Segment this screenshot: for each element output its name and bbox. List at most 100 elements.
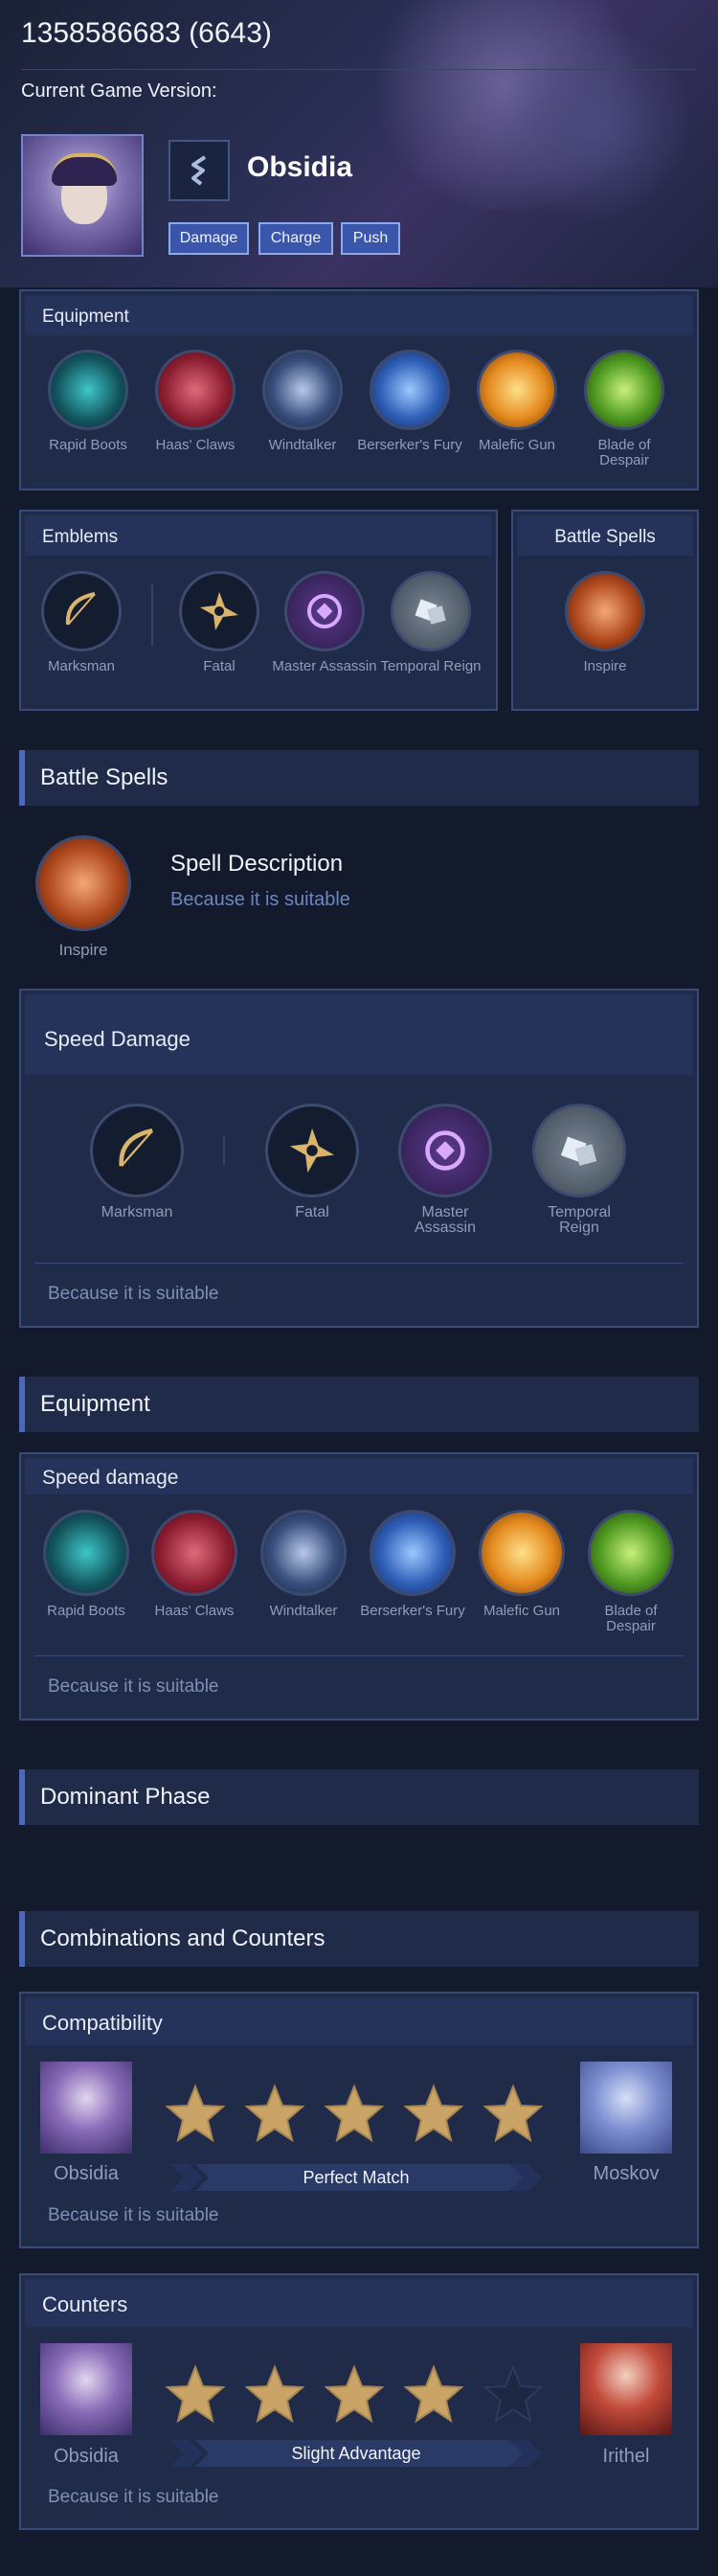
section-divider <box>34 1263 684 1264</box>
emblem-label: Master Assassin <box>272 658 377 674</box>
item-label: Windtalker <box>268 437 337 453</box>
emblem-label: Temporal Reign <box>548 1204 611 1236</box>
emblem-item[interactable]: Fatal <box>259 1104 365 1220</box>
obsidia-hero-avatar[interactable] <box>40 2343 132 2435</box>
spell-label: Inspire <box>583 658 627 674</box>
emblem-item[interactable]: Fatal <box>167 571 272 674</box>
malefic-gun-icon <box>477 350 557 430</box>
rapid-boots-icon <box>43 1510 129 1596</box>
battle-spells-panel-title: Battle Spells <box>517 515 693 556</box>
blade-of-despair-icon <box>588 1510 674 1596</box>
banner-art-glow <box>498 19 689 230</box>
battle-spell-item[interactable]: Inspire <box>552 571 658 674</box>
hero-portrait-helmet <box>52 153 117 186</box>
item-label: Haas' Claws <box>155 437 236 453</box>
hero-right-name: Irithel <box>602 2446 650 2467</box>
item-label: Rapid Boots <box>49 437 127 453</box>
master-assassin-talent-icon <box>284 571 365 651</box>
temporal-reign-talent-icon <box>391 571 471 651</box>
emblem-item[interactable]: Temporal Reign <box>378 571 483 674</box>
berserkers-fury-icon <box>370 350 450 430</box>
temporal-reign-talent-icon <box>532 1104 626 1197</box>
star-filled-icon <box>165 2364 226 2424</box>
equipment-item[interactable]: Berserker's Fury <box>357 350 462 453</box>
emblem-item[interactable]: Master Assassin <box>272 571 377 674</box>
item-label: Windtalker <box>269 1603 338 1619</box>
star-filled-icon <box>165 2084 226 2143</box>
battle-spells-section-title: Battle Spells <box>19 750 699 806</box>
item-label: Rapid Boots <box>47 1603 125 1619</box>
emblem-label: Fatal <box>203 658 236 674</box>
tag-damage[interactable]: Damage <box>168 222 249 255</box>
hero-left-name: Obsidia <box>54 2446 119 2467</box>
battle-spell-detail[interactable]: Inspire <box>31 835 136 958</box>
star-empty-icon <box>482 2364 544 2424</box>
emblem-item[interactable]: Master Assassin <box>393 1104 498 1236</box>
marksman-emblem-icon <box>90 1104 184 1197</box>
emblem-divider <box>151 584 153 646</box>
rapid-boots-icon <box>48 350 128 430</box>
compatibility-reason-text: Because it is suitable <box>48 2205 219 2225</box>
star-filled-icon <box>482 2084 544 2143</box>
moskov-hero-avatar[interactable] <box>580 2062 672 2154</box>
hero-left-name: Obsidia <box>54 2163 119 2184</box>
irithel-hero-avatar[interactable] <box>580 2343 672 2435</box>
dominant-phase-title: Dominant Phase <box>19 1769 699 1825</box>
star-filled-icon <box>403 2084 464 2143</box>
spell-description-text: Because it is suitable <box>170 889 350 910</box>
item-label: Malefic Gun <box>482 1603 561 1619</box>
emblem-label: Master Assassin <box>414 1204 477 1236</box>
equipment-item[interactable]: Rapid Boots <box>34 1510 139 1619</box>
section-divider <box>34 1655 684 1656</box>
hero-name: Obsidia <box>247 151 353 183</box>
haas-claws-icon <box>151 1510 237 1596</box>
equipment-item[interactable]: Berserker's Fury <box>360 1510 465 1619</box>
spell-label: Inspire <box>58 941 108 959</box>
haas-claws-icon <box>155 350 236 430</box>
equipment-item[interactable]: Windtalker <box>250 350 355 453</box>
equipment-item[interactable]: Rapid Boots <box>35 350 141 453</box>
master-assassin-talent-icon <box>398 1104 492 1197</box>
item-label: Blade of Despair <box>604 1603 658 1634</box>
compatibility-title: Compatibility <box>25 1997 693 2045</box>
item-label: Malefic Gun <box>478 437 556 453</box>
windtalker-icon <box>262 350 343 430</box>
emblem-label: Temporal Reign <box>380 658 482 674</box>
emblem-item[interactable]: Marksman <box>84 1104 190 1220</box>
equipment-item[interactable]: Blade of Despair <box>572 350 677 468</box>
equipment-item[interactable]: Haas' Claws <box>142 1510 247 1619</box>
equipment-item[interactable]: Haas' Claws <box>143 350 248 453</box>
inspire-spell-icon <box>35 835 131 931</box>
emblem-item[interactable]: Temporal Reign <box>527 1104 632 1236</box>
equipment-item[interactable]: Malefic Gun <box>464 350 570 453</box>
equipment-item[interactable]: Blade of Despair <box>578 1510 684 1634</box>
tag-charge[interactable]: Charge <box>258 222 333 255</box>
hero-right-name: Moskov <box>593 2163 660 2184</box>
spell-description-title: Spell Description <box>170 851 344 877</box>
star-filled-icon <box>403 2364 464 2424</box>
obsidia-hero-avatar[interactable] <box>40 2062 132 2154</box>
star-filled-icon <box>324 2364 385 2424</box>
berserkers-fury-icon <box>370 1510 456 1596</box>
blade-of-despair-icon <box>584 350 664 430</box>
equipment-item[interactable]: Malefic Gun <box>469 1510 574 1619</box>
counters-label: Slight Advantage <box>291 2443 421 2463</box>
item-label: Blade of Despair <box>597 437 651 468</box>
equipment-build-subtitle: Speed damage <box>25 1458 693 1494</box>
page-title: 1358586683 (6643) <box>21 17 272 49</box>
equipment-panel-title: Equipment <box>25 295 693 335</box>
malefic-gun-icon <box>479 1510 565 1596</box>
combinations-counters-title: Combinations and Counters <box>19 1911 699 1967</box>
speed-damage-title: Speed Damage <box>25 994 693 1075</box>
equipment-item[interactable]: Windtalker <box>251 1510 356 1619</box>
item-label: Berserker's Fury <box>357 437 462 453</box>
equipment-reason-text: Because it is suitable <box>48 1676 219 1697</box>
emblem-reason-text: Because it is suitable <box>48 1284 219 1304</box>
title-divider <box>21 69 697 70</box>
tag-push[interactable]: Push <box>341 222 400 255</box>
hero-portrait <box>21 134 144 257</box>
emblems-panel-title: Emblems <box>25 515 492 556</box>
emblem-item[interactable]: Marksman <box>29 571 134 674</box>
counters-reason-text: Because it is suitable <box>48 2487 219 2507</box>
item-label: Haas' Claws <box>154 1603 235 1619</box>
